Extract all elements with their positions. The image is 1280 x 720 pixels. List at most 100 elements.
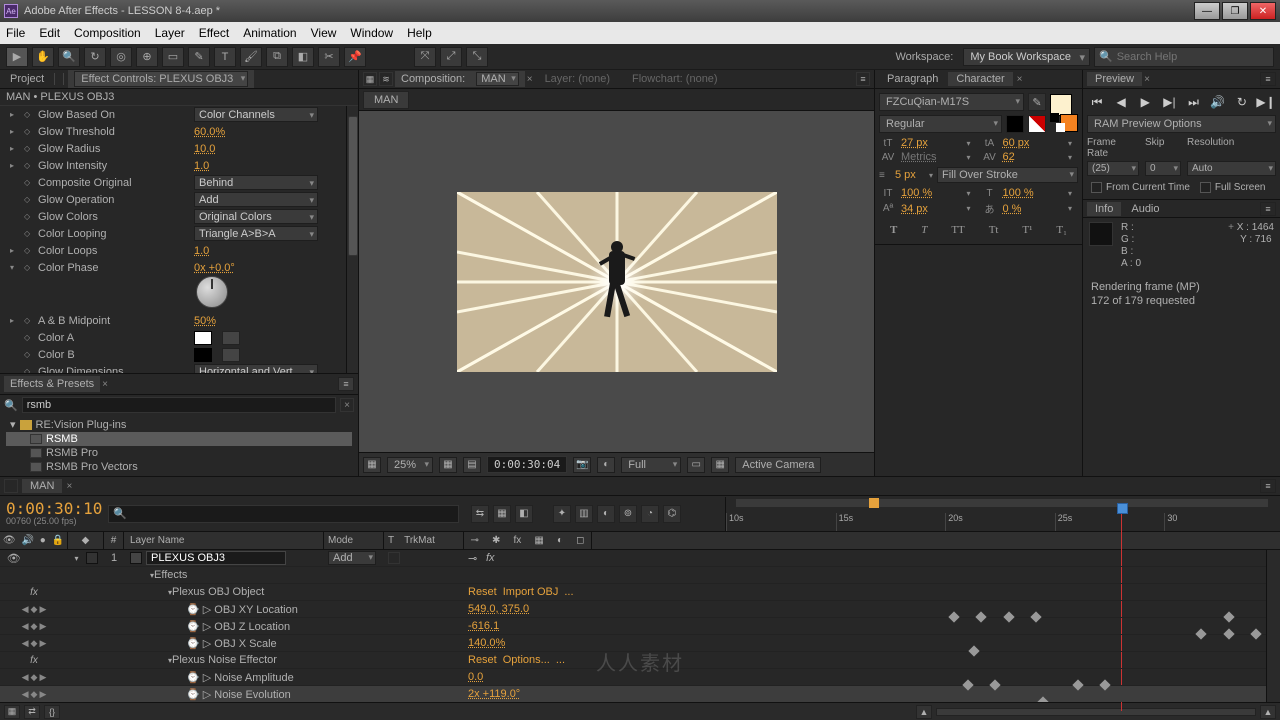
- tl-ic-sw2[interactable]: ◐: [597, 505, 615, 523]
- eye-col-icon[interactable]: 👁: [3, 535, 16, 546]
- skip-dropdown[interactable]: 0: [1145, 161, 1181, 176]
- comp-subtab[interactable]: MAN: [363, 91, 409, 109]
- hand-tool[interactable]: ✋: [32, 47, 54, 67]
- prop-obj-xscale-row[interactable]: ◀◆▶ ⌚ ▷ OBJ X Scale 140.0%: [0, 635, 1280, 652]
- sw-shy-icon[interactable]: ⊸: [471, 535, 479, 546]
- glow-operation-dropdown[interactable]: Add: [194, 192, 318, 207]
- fill-stroke-swatches[interactable]: [1050, 94, 1078, 132]
- menu-animation[interactable]: Animation: [243, 26, 296, 40]
- effects-presets-tab[interactable]: Effects & Presets: [4, 376, 100, 392]
- kf-add-icon[interactable]: ◆: [31, 604, 38, 615]
- color-phase-dial[interactable]: [196, 276, 228, 308]
- layer-mode-dropdown[interactable]: Add: [328, 551, 376, 565]
- play-button[interactable]: ▶: [1137, 94, 1153, 110]
- timeline-panel-menu-icon[interactable]: ≡: [1260, 479, 1276, 493]
- leading-value[interactable]: 60 px: [1003, 137, 1065, 149]
- glow-threshold-value[interactable]: 60.0%: [194, 126, 225, 138]
- fx1-dots[interactable]: ...: [564, 586, 573, 598]
- obj-z-value[interactable]: -616.1: [468, 620, 499, 632]
- no-fill-icon[interactable]: [1028, 115, 1046, 133]
- show-channel-icon[interactable]: ◐: [597, 457, 615, 473]
- ep-panel-menu-icon[interactable]: ≡: [338, 377, 354, 391]
- axis-local-icon[interactable]: ⤧: [414, 47, 436, 67]
- timeline-tab-close-icon[interactable]: ×: [66, 481, 72, 492]
- roto-tool[interactable]: ✂: [318, 47, 340, 67]
- hscale-value[interactable]: 100 %: [1003, 187, 1065, 199]
- ep-search-clear-icon[interactable]: ×: [340, 398, 354, 412]
- kerning-value[interactable]: Metrics: [901, 151, 963, 163]
- prop-noise-evo-row[interactable]: ◀◆▶ ⌚ ▷ Noise Evolution 2x +119.0°: [0, 686, 1280, 702]
- ep-item-rsmb-pro[interactable]: RSMB Pro: [6, 446, 352, 460]
- glow-intensity-value[interactable]: 1.0: [194, 160, 209, 172]
- always-preview-icon[interactable]: ▦: [363, 457, 381, 473]
- tl-ic-2[interactable]: ▦: [493, 505, 511, 523]
- resolution-dropdown[interactable]: Full: [621, 457, 681, 473]
- sw-3d-icon[interactable]: ◻: [576, 535, 584, 546]
- maximize-button[interactable]: ❐: [1222, 2, 1248, 20]
- kf-prev-icon[interactable]: ◀: [22, 604, 29, 615]
- project-tab[interactable]: Project: [4, 72, 50, 86]
- sw-star-icon[interactable]: ✱: [492, 535, 500, 546]
- ram-preview-button[interactable]: ▶❙: [1258, 94, 1274, 110]
- clone-tool[interactable]: ⧉: [266, 47, 288, 67]
- timeline-grip-icon[interactable]: [4, 479, 18, 493]
- allcaps-button[interactable]: TT: [951, 224, 964, 236]
- fx2-dots[interactable]: ...: [556, 654, 565, 666]
- transparency-grid-icon[interactable]: ▦: [711, 457, 729, 473]
- tl-ic-graph[interactable]: ◔: [641, 505, 659, 523]
- ep-item-rsmb-pro-vectors[interactable]: RSMB Pro Vectors: [6, 460, 352, 474]
- bold-button[interactable]: T: [890, 224, 897, 236]
- superscript-button[interactable]: T¹: [1022, 224, 1032, 236]
- channel-icon[interactable]: ▦: [439, 457, 457, 473]
- vscale-value[interactable]: 100 %: [901, 187, 963, 199]
- brush-tool[interactable]: 🖌: [240, 47, 262, 67]
- tl-ic-3[interactable]: ◧: [515, 505, 533, 523]
- char-tab-close-icon[interactable]: ×: [1017, 74, 1023, 85]
- rotate-tool[interactable]: ↻: [84, 47, 106, 67]
- sw-mb-icon[interactable]: ▦: [534, 535, 543, 546]
- baseline-value[interactable]: 34 px: [901, 203, 963, 215]
- menu-window[interactable]: Window: [350, 26, 393, 40]
- subscript-button[interactable]: T₁: [1056, 224, 1067, 236]
- comp-grip-icon[interactable]: ▦: [363, 72, 377, 86]
- ep-tab-close-icon[interactable]: ×: [102, 379, 108, 390]
- ram-preview-options-dropdown[interactable]: RAM Preview Options: [1087, 115, 1276, 133]
- color-phase-value[interactable]: 0x +0.0°: [194, 262, 235, 274]
- sw-fx-icon[interactable]: fx: [514, 535, 522, 546]
- timeline-ruler[interactable]: 10s 15s 20s 25s 30: [725, 497, 1274, 531]
- axis-view-icon[interactable]: ⤡: [466, 47, 488, 67]
- fx2-reset[interactable]: Reset: [468, 654, 497, 666]
- audio-tab[interactable]: Audio: [1123, 202, 1167, 216]
- viewer-timecode[interactable]: 0:00:30:04: [487, 456, 567, 473]
- eraser-tool[interactable]: ◧: [292, 47, 314, 67]
- label-col-icon[interactable]: ◆: [82, 535, 90, 546]
- next-frame-button[interactable]: ▶|: [1161, 94, 1177, 110]
- trkmat-col[interactable]: TrkMat: [404, 535, 435, 546]
- fx-plexus-obj-row[interactable]: fx ▾Plexus OBJ Object ResetImport OBJ...: [0, 584, 1280, 601]
- tl-zoom-out-icon[interactable]: ▲: [916, 705, 932, 719]
- color-loops-value[interactable]: 1.0: [194, 245, 209, 257]
- timeline-search-input[interactable]: [127, 506, 454, 521]
- fx1-import[interactable]: Import OBJ: [503, 586, 559, 598]
- pen-tool[interactable]: ✎: [188, 47, 210, 67]
- close-button[interactable]: ✕: [1250, 2, 1276, 20]
- prev-frame-button[interactable]: ◀: [1113, 94, 1129, 110]
- ec-scrollbar[interactable]: [346, 106, 358, 373]
- glow-colors-dropdown[interactable]: Original Colors: [194, 209, 318, 224]
- info-panel-menu-icon[interactable]: ≡: [1260, 202, 1276, 216]
- active-camera-dropdown[interactable]: Active Camera: [735, 457, 821, 473]
- resolution-icon[interactable]: ▤: [463, 457, 481, 473]
- swap-swatch-icon[interactable]: [1050, 113, 1059, 122]
- sw-shy[interactable]: ⊸: [468, 552, 480, 564]
- selection-tool[interactable]: ▶: [6, 47, 28, 67]
- text-tool[interactable]: T: [214, 47, 236, 67]
- camera-tool[interactable]: ◎: [110, 47, 132, 67]
- sw-adj-icon[interactable]: ◐: [557, 535, 563, 546]
- noise-evo-value[interactable]: 2x +119.0°: [468, 688, 520, 700]
- tl-zoom-in-icon[interactable]: ▲: [1260, 705, 1276, 719]
- color-b-swatch[interactable]: [194, 348, 212, 362]
- preview-res-dropdown[interactable]: Auto: [1187, 161, 1276, 176]
- menu-layer[interactable]: Layer: [155, 26, 185, 40]
- layer-row-1[interactable]: 👁 ▾ 1 PLEXUS OBJ3 Add ⊸fx: [0, 550, 1280, 567]
- menu-effect[interactable]: Effect: [199, 26, 229, 40]
